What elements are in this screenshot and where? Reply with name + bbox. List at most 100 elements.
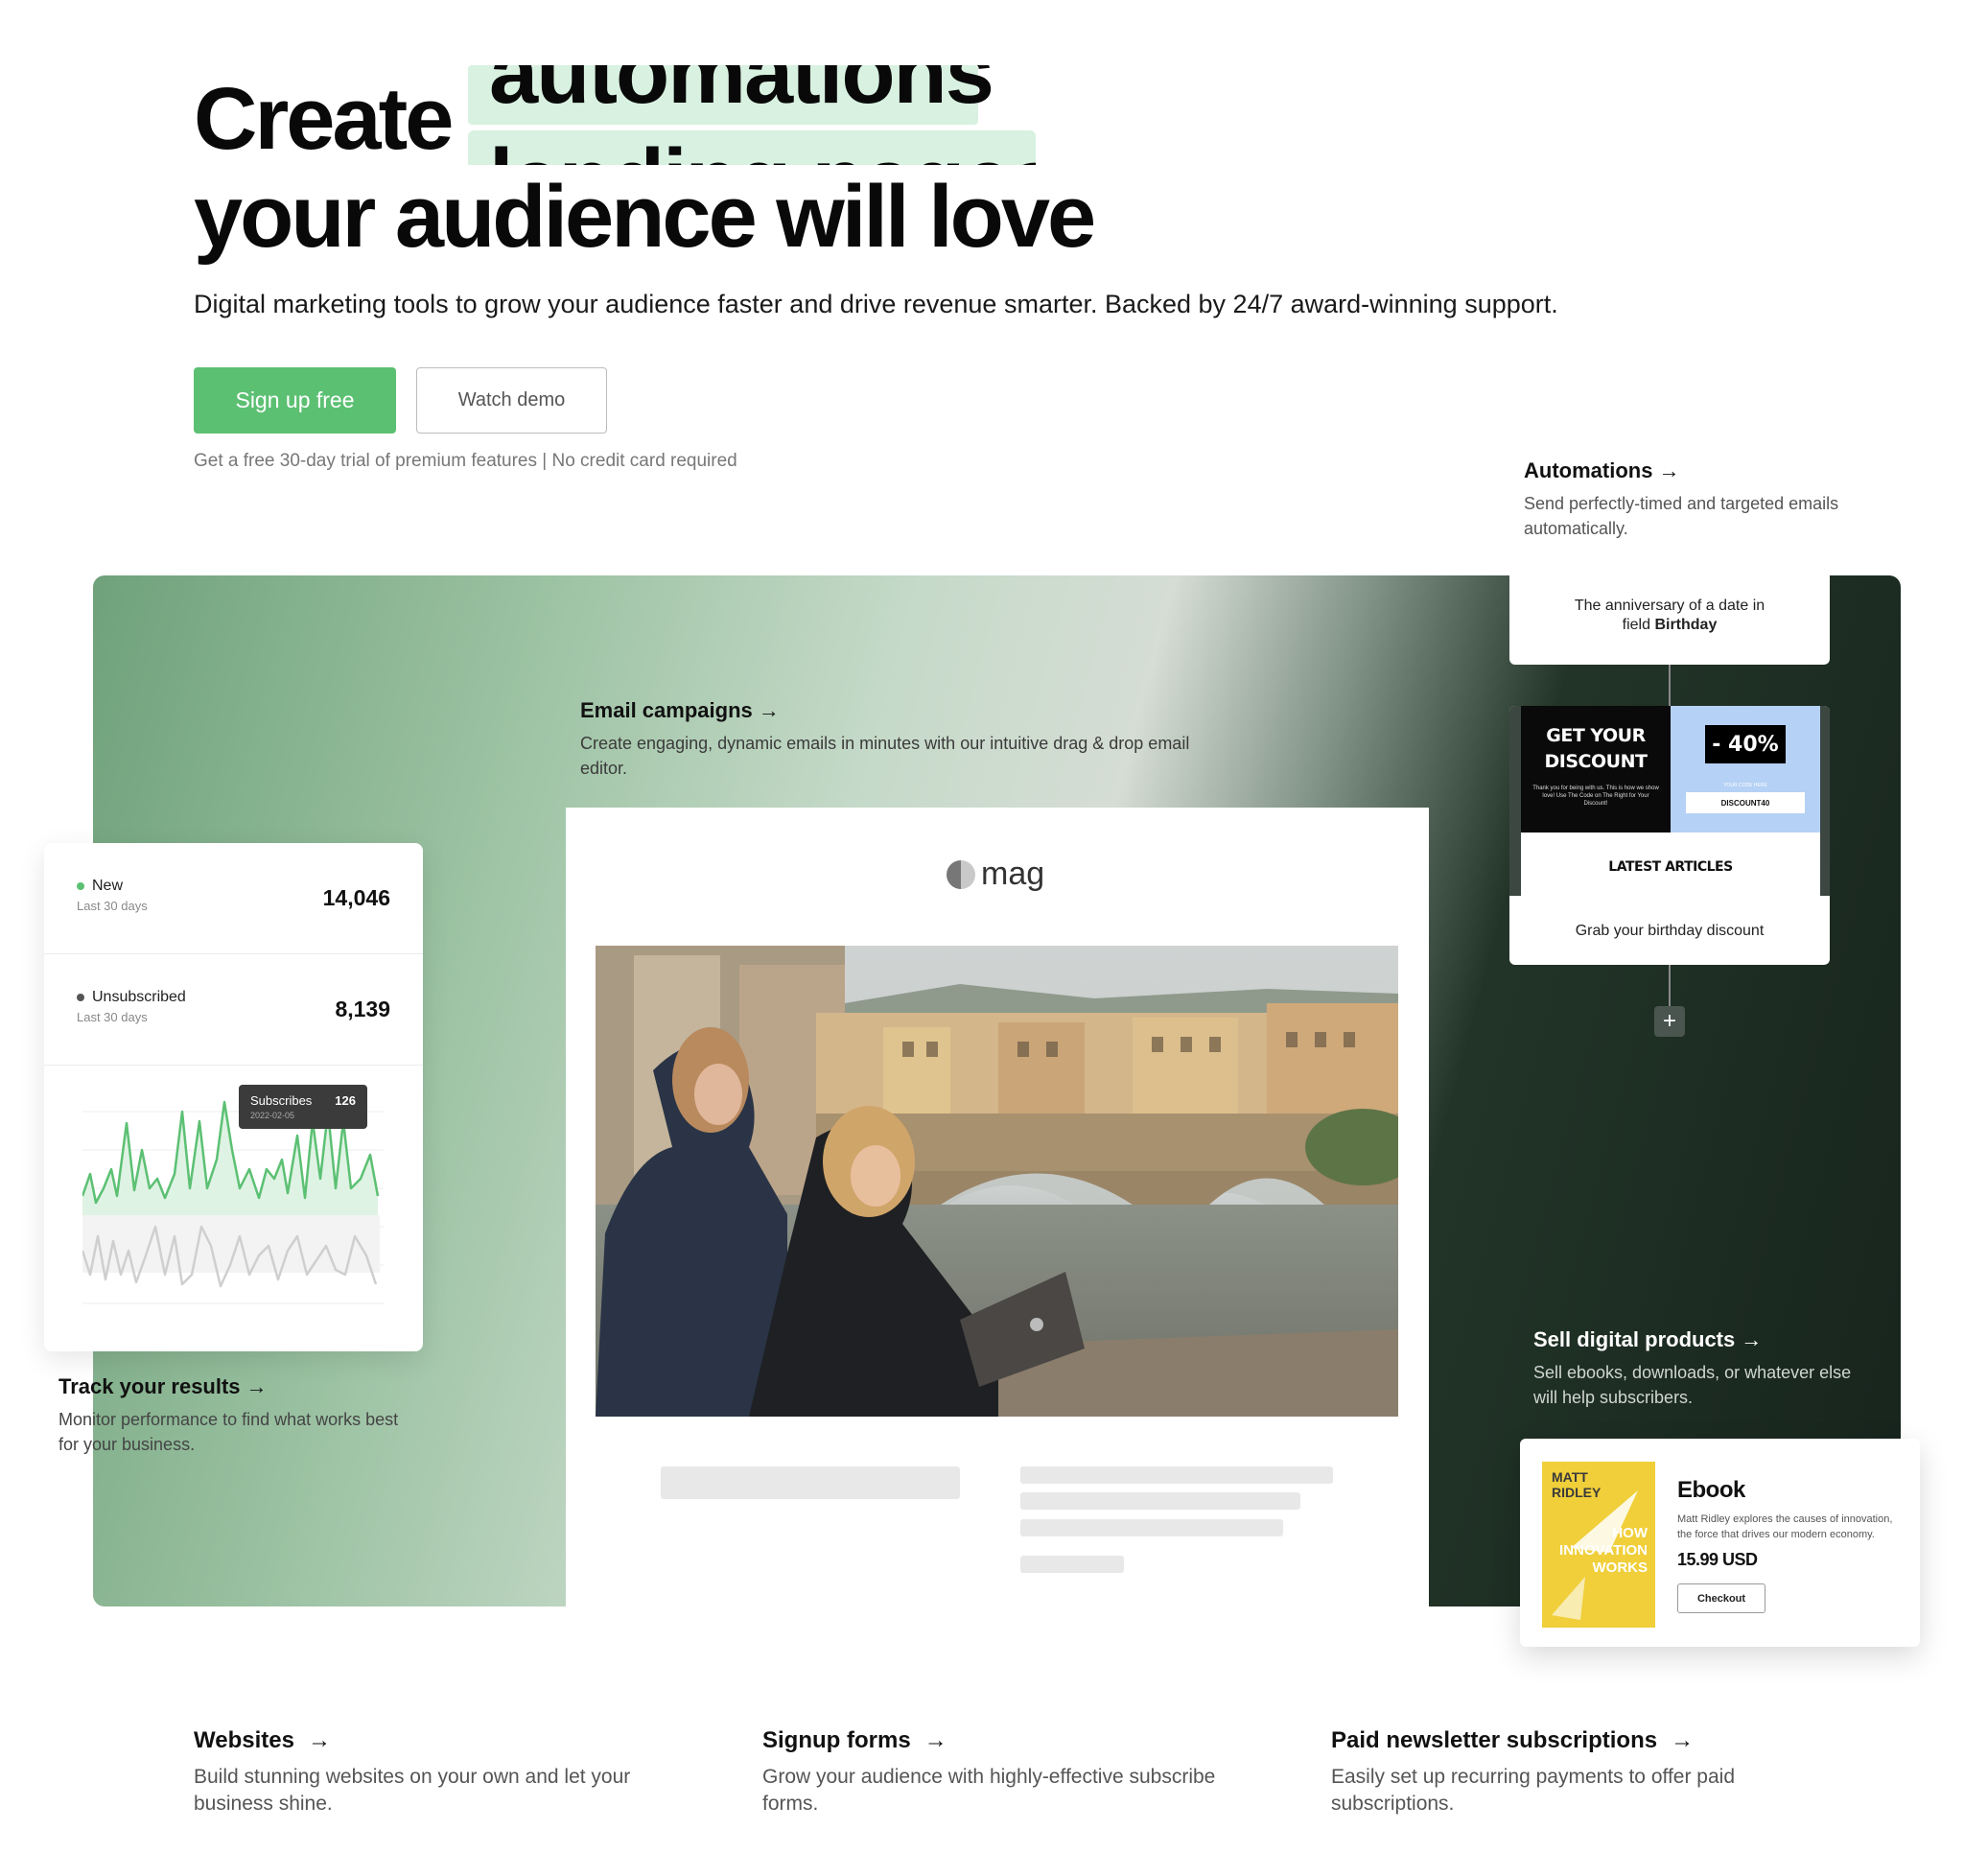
- placeholder-block: [661, 1466, 960, 1499]
- trigger-field: Birthday: [1654, 616, 1718, 633]
- checkout-button[interactable]: Checkout: [1677, 1583, 1765, 1613]
- stat-new-label-wrap: New: [77, 878, 123, 895]
- mag-logo-icon: [947, 859, 975, 889]
- websites-link[interactable]: Websites →: [194, 1727, 331, 1753]
- sell-digital-link[interactable]: Sell digital products →: [1533, 1327, 1762, 1351]
- ebook-cover-image: MATT RIDLEY HOW INNOVATION WORKS: [1542, 1462, 1655, 1628]
- stat-unsub-label-wrap: Unsubscribed: [77, 989, 186, 1006]
- websites-title: Websites: [194, 1727, 294, 1753]
- stat-new-value: 14,046: [322, 885, 390, 910]
- placeholder-line: [1020, 1556, 1124, 1573]
- stat-unsub-label: Unsubscribed: [92, 989, 186, 1005]
- ebook-description: Matt Ridley explores the causes of innov…: [1677, 1513, 1893, 1540]
- arrow-right-icon: →: [1658, 458, 1680, 482]
- automations-link[interactable]: Automations →: [1524, 458, 1679, 482]
- arrow-right-icon: →: [1671, 1727, 1695, 1753]
- hero-title-line2: your audience will love: [194, 168, 1096, 266]
- stat-unsub-period: Last 30 days: [77, 1010, 148, 1024]
- email-node-caption: Grab your birthday discount: [1575, 923, 1765, 939]
- flow-connector: [1669, 965, 1671, 1007]
- promo-percent: - 40%: [1705, 725, 1786, 763]
- email-campaigns-title: Email campaigns: [580, 698, 753, 722]
- tooltip-label: Subscribes: [250, 1093, 313, 1108]
- hero-subtitle: Digital marketing tools to grow your aud…: [194, 290, 1558, 318]
- trigger-text: The anniversary of a date in field Birth…: [1575, 597, 1765, 635]
- email-campaigns-description: Create engaging, dynamic emails in minut…: [580, 734, 1190, 778]
- automations-title: Automations: [1524, 458, 1653, 482]
- email-frame-strip: [1820, 706, 1830, 896]
- promo-code: DISCOUNT40: [1686, 792, 1805, 813]
- track-results-link[interactable]: Track your results →: [58, 1374, 268, 1398]
- mag-logo-text: mag: [981, 856, 1045, 892]
- placeholder-line: [1020, 1466, 1333, 1484]
- automation-trigger-node[interactable]: The anniversary of a date in field Birth…: [1509, 566, 1830, 665]
- email-preview: mag: [566, 808, 1429, 1607]
- email-campaigns-link[interactable]: Email campaigns →: [580, 698, 780, 722]
- promo-headline1: GET YOUR: [1546, 725, 1646, 746]
- paid-newsletter-title: Paid newsletter subscriptions: [1331, 1727, 1658, 1753]
- rotating-word-next: landing pages: [489, 132, 1036, 165]
- promo-code-label: YOUR CODE HERE: [1723, 783, 1767, 788]
- arrow-right-icon: →: [307, 1727, 331, 1753]
- feature-paid-newsletter: Paid newsletter subscriptions → Easily se…: [1331, 1727, 1830, 1817]
- cover-title-2: INNOVATION: [1559, 1542, 1648, 1559]
- signup-button[interactable]: Sign up free: [194, 367, 396, 434]
- flow-connector: [1669, 665, 1671, 707]
- subscriber-stats-card: New Last 30 days 14,046 Unsubscribed Las…: [44, 843, 423, 1351]
- rotating-keyword: automations landing pages: [468, 65, 1036, 165]
- arrow-right-icon: →: [924, 1727, 947, 1753]
- tooltip-value: 126: [335, 1093, 356, 1108]
- paid-newsletter-link[interactable]: Paid newsletter subscriptions →: [1331, 1727, 1694, 1753]
- track-results-title: Track your results: [58, 1374, 241, 1398]
- sell-digital-description: Sell ebooks, downloads, or whatever else…: [1533, 1363, 1852, 1407]
- hero-title-line1: Create: [194, 70, 454, 168]
- email-frame-strip: [1509, 706, 1521, 896]
- feature-email-campaigns: Email campaigns → Create engaging, dynami…: [580, 698, 1232, 781]
- stat-new-label: New: [92, 878, 124, 894]
- signup-forms-link[interactable]: Signup forms →: [762, 1727, 947, 1753]
- arrow-right-icon: →: [758, 698, 780, 722]
- stat-new: New Last 30 days 14,046: [44, 843, 423, 954]
- ebook-title: Ebook: [1677, 1477, 1745, 1503]
- stat-new-period: Last 30 days: [77, 899, 148, 913]
- cover-title-1: HOW: [1612, 1525, 1648, 1541]
- rotating-word-current: automations: [489, 65, 994, 122]
- arrow-right-icon: →: [1741, 1327, 1763, 1351]
- signup-forms-title: Signup forms: [762, 1727, 911, 1753]
- cover-title: HOW INNOVATION WORKS: [1559, 1525, 1648, 1577]
- status-dot-icon: [77, 882, 84, 890]
- arrow-right-icon: →: [246, 1374, 268, 1398]
- promo-code-block: - 40% YOUR CODE HERE DISCOUNT40: [1671, 706, 1820, 832]
- feature-track-results: Track your results → Monitor performance …: [58, 1374, 423, 1457]
- promo-headline2: DISCOUNT: [1544, 751, 1648, 772]
- stat-unsubscribed: Unsubscribed Last 30 days 8,139: [44, 954, 423, 1066]
- mag-logo: mag: [947, 856, 1044, 893]
- promo-fine-print: Thank you for being with us. This is how…: [1532, 786, 1659, 807]
- feature-sell-digital: Sell digital products → Sell ebooks, down…: [1533, 1327, 1859, 1410]
- trigger-line2-prefix: field: [1622, 616, 1655, 633]
- feature-signup-forms: Signup forms → Grow your audience with hi…: [762, 1727, 1261, 1817]
- placeholder-line: [1020, 1519, 1283, 1536]
- status-dot-icon: [77, 994, 84, 1001]
- automations-description: Send perfectly-timed and targeted emails…: [1524, 494, 1839, 538]
- sell-digital-title: Sell digital products: [1533, 1327, 1736, 1351]
- stat-unsub-value: 8,139: [335, 997, 390, 1021]
- websites-description: Build stunning websites on your own and …: [194, 1766, 631, 1815]
- paid-newsletter-description: Easily set up recurring payments to offe…: [1331, 1766, 1735, 1815]
- email-hero-photo: [596, 946, 1398, 1417]
- trigger-line1: The anniversary of a date in: [1574, 597, 1765, 614]
- promo-headline: GET YOUR DISCOUNT: [1521, 723, 1671, 775]
- add-step-button[interactable]: +: [1654, 1006, 1685, 1037]
- automation-email-node[interactable]: GET YOUR DISCOUNT Thank you for being wi…: [1509, 706, 1830, 965]
- trial-note: Get a free 30-day trial of premium featu…: [194, 451, 737, 471]
- tooltip-date: 2022-02-05: [250, 1111, 295, 1120]
- ebook-product-card: MATT RIDLEY HOW INNOVATION WORKS Ebook M…: [1520, 1439, 1920, 1647]
- feature-websites: Websites → Build stunning websites on you…: [194, 1727, 692, 1817]
- ebook-price: 15.99 USD: [1677, 1550, 1758, 1569]
- placeholder-line: [1020, 1492, 1300, 1510]
- track-results-description: Monitor performance to find what works b…: [58, 1410, 399, 1454]
- signup-forms-description: Grow your audience with highly-effective…: [762, 1766, 1216, 1815]
- watch-demo-button[interactable]: Watch demo: [416, 367, 607, 434]
- bridge-photo-illustration: [596, 946, 1398, 1417]
- promo-discount-block: GET YOUR DISCOUNT Thank you for being wi…: [1521, 706, 1671, 832]
